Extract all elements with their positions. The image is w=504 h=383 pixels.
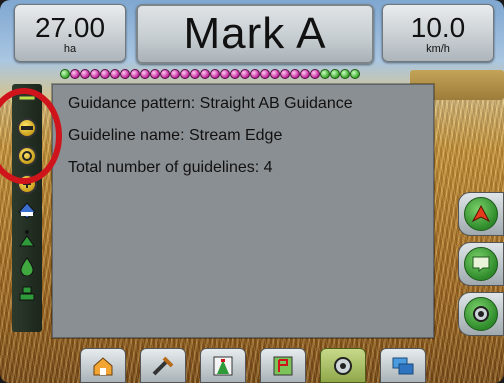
boom-section-led [160,69,170,79]
mark-a-button[interactable]: Mark A [136,4,374,64]
home-icon [93,356,113,375]
guidance-screen: 27.00 ha Mark A 10.0 km/h Guidance patte… [0,0,504,383]
vehicle-button[interactable] [12,282,42,306]
boom-section-led [80,69,90,79]
camera-icon [334,356,352,375]
guidance-icon [213,356,233,375]
view-toggle-button[interactable] [458,242,504,286]
guideline-name-text: Guideline name: Stream Edge [68,127,283,144]
tools-icon [152,356,174,375]
boom-section-led [300,69,310,79]
boom-section-led [280,69,290,79]
guidance-mode-icon [464,197,498,231]
speed-counter[interactable]: 10.0 km/h [382,4,494,62]
boom-section-led [140,69,150,79]
camera-view-button[interactable] [458,292,504,336]
top-status-bar: 27.00 ha Mark A 10.0 km/h [0,0,504,64]
fuel-drop-icon [20,257,34,276]
tilt-sensor-icon [18,202,36,219]
guideline-count-text: Total number of guidelines: 4 [68,159,273,176]
boom-section-led [70,69,80,79]
boom-section-led [230,69,240,79]
marker-a-icon [19,230,35,247]
marker-button[interactable] [12,226,42,250]
boom-section-led [170,69,180,79]
boom-section-led [310,69,320,79]
guidance-mode-button[interactable] [458,192,504,236]
boom-section-led [240,69,250,79]
boom-section-led [250,69,260,79]
guidance-info-panel: Guidance pattern: Straight AB Guidance G… [52,84,434,338]
boom-section-led [180,69,190,79]
boom-section-led [320,69,330,79]
map-icon [273,356,293,375]
camera-tab-button[interactable] [320,348,366,383]
guidance-tab-button[interactable] [200,348,246,383]
tools-button[interactable] [140,348,186,383]
camera-icon [464,297,498,331]
guidance-pattern-text: Guidance pattern: Straight AB Guidance [68,95,353,112]
speed-value: 10.0 [410,12,466,43]
boom-section-led [260,69,270,79]
boom-section-led [120,69,130,79]
boom-section-led [90,69,100,79]
view-toggle-icon [464,247,498,281]
boom-section-led [190,69,200,79]
layers-icon [392,357,414,374]
boom-section-led [110,69,120,79]
boom-section-led [350,69,360,79]
boom-section-led [340,69,350,79]
area-value: 27.00 [34,12,106,43]
fuel-button[interactable] [12,254,42,278]
boom-section-led [150,69,160,79]
boom-section-led [200,69,210,79]
boom-section-led [330,69,340,79]
layers-tab-button[interactable] [380,348,426,383]
tilt-sensor-button[interactable] [12,198,42,222]
bottom-nav [70,348,440,383]
area-counter[interactable]: 27.00 ha [14,4,126,62]
home-button[interactable] [80,348,126,383]
page-title: Mark A [183,9,327,58]
boom-section-led [210,69,220,79]
boom-section-led [220,69,230,79]
map-tab-button[interactable] [260,348,306,383]
boom-section-led [100,69,110,79]
boom-section-led [130,69,140,79]
boom-section-led [60,69,70,79]
boom-section-led [290,69,300,79]
boom-section-led [270,69,280,79]
vehicle-icon [19,286,35,301]
boom-section-indicators [60,69,360,81]
speed-unit: km/h [426,43,450,55]
area-unit: ha [63,43,77,55]
